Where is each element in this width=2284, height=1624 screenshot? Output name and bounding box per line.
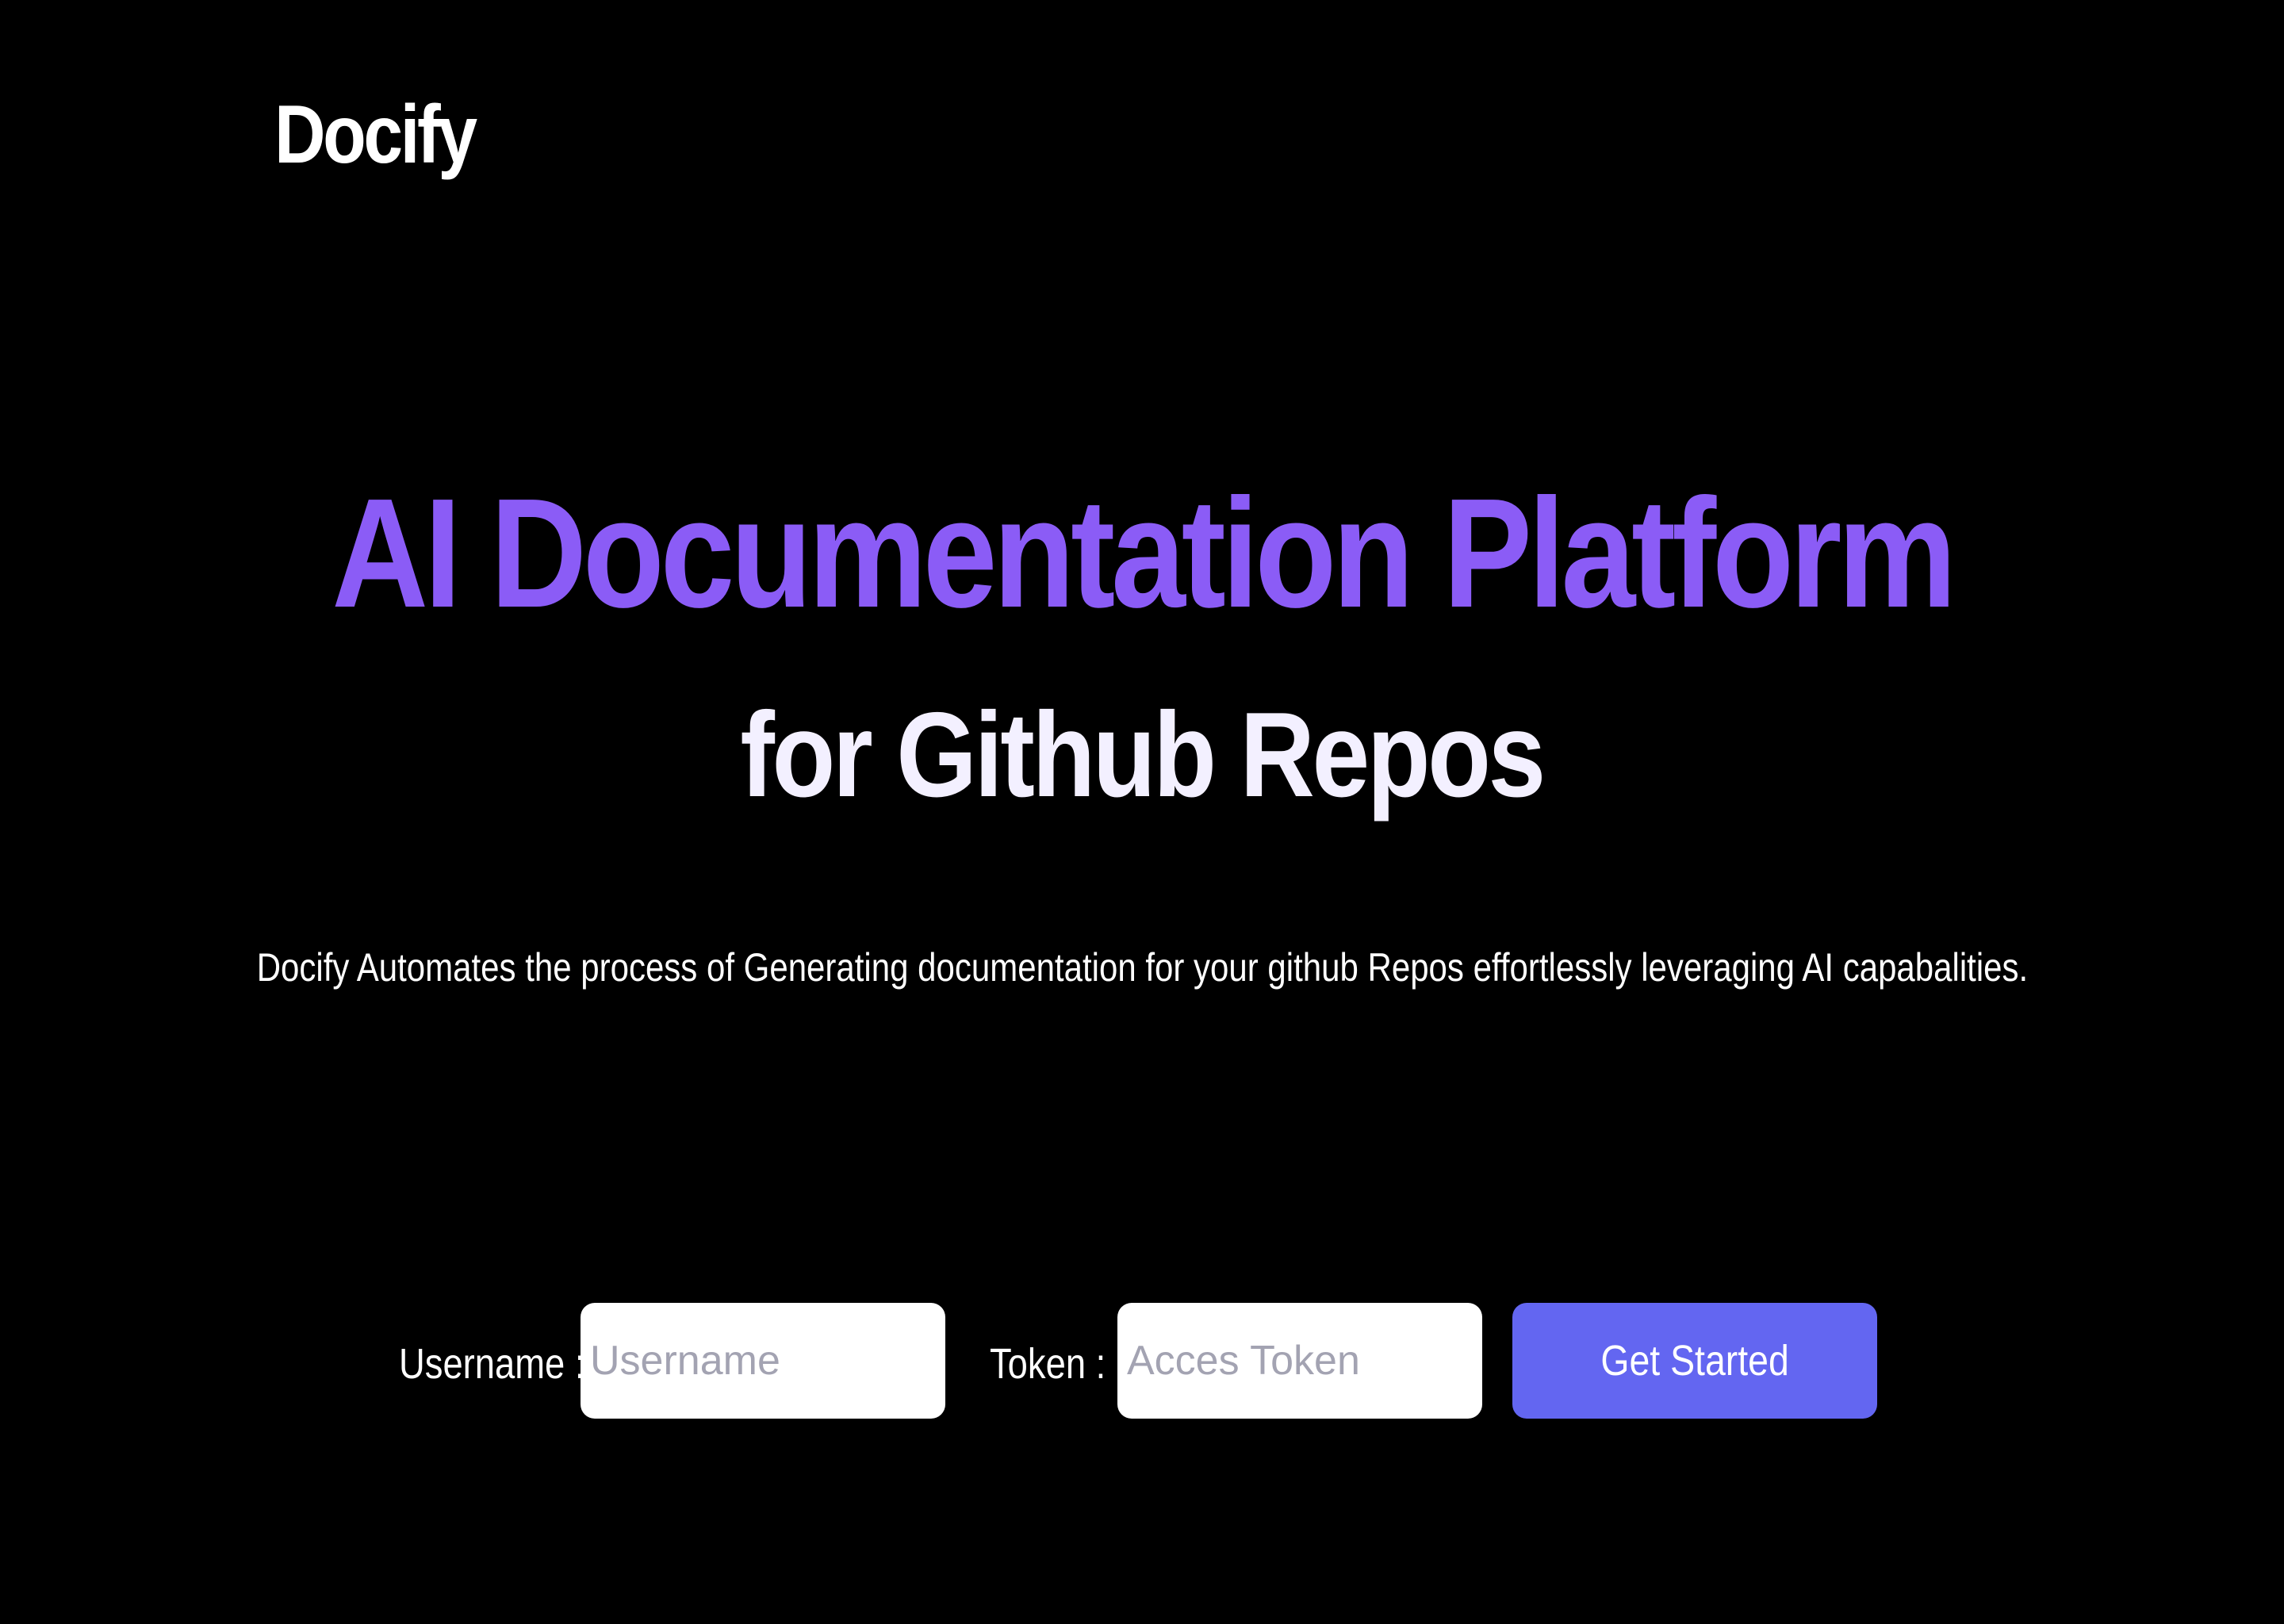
token-label: Token : (990, 1340, 1106, 1388)
username-input[interactable] (581, 1303, 945, 1419)
hero-title-container: AI Documentation Platform (0, 476, 2284, 631)
get-started-button[interactable]: Get Started (1512, 1303, 1877, 1419)
hero-title: AI Documentation Platform (331, 466, 1956, 640)
hero-description: Docify Automates the process of Generati… (256, 945, 2028, 990)
access-token-input[interactable] (1117, 1303, 1482, 1419)
logo: Docify (274, 89, 477, 181)
hero-subtitle-container: for Github Repos (0, 695, 2284, 815)
hero-subtitle: for Github Repos (740, 688, 1546, 822)
get-started-button-label: Get Started (1600, 1337, 1789, 1385)
username-label: Username : (399, 1340, 585, 1388)
description-container: Docify Automates the process of Generati… (0, 944, 2284, 991)
